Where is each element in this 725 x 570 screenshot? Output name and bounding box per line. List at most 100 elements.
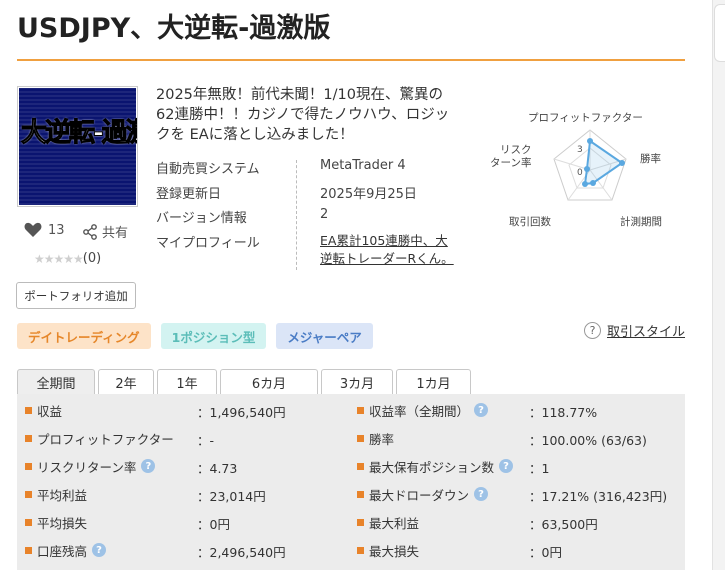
stats-panel: 収益 ：1,496,540円 プロフィットファクター ：- リスクリターン率? … [17,394,685,570]
tag-major-pair[interactable]: メジャーペア [276,323,373,349]
stat-value: ：1 [529,461,550,476]
tag-one-position[interactable]: 1ポジション型 [160,323,267,349]
scroll-edge [712,0,725,570]
heart-icon [24,222,42,237]
stat-label: 収益率（全期間） [369,403,470,419]
stat-value: ：118.77% [529,405,598,420]
bullet-icon [25,490,32,498]
bullet-icon [25,546,32,554]
tab-6m[interactable]: 6カ月 [220,369,318,394]
trading-style-label: 取引スタイル [607,325,686,340]
radar-point-win [619,160,625,166]
star-icon: ★★★★★ [34,251,84,266]
stat-row: リスクリターン率? [25,452,156,480]
bullet-icon [25,406,32,414]
question-icon: ? [584,322,601,339]
rating[interactable]: ★★★★★ (0) [34,251,101,266]
radar-label-risk: リスク ターン率 [490,144,532,169]
radar-area [583,139,624,186]
tab-all[interactable]: 全期間 [17,369,95,394]
radar-label-period: 計測期間 [620,216,662,228]
like-button[interactable]: 13 [24,222,65,238]
help-icon[interactable]: ? [474,403,489,417]
ea-description: 2025年無敗！前代未聞！1/10現在、驚異の62連勝中！！カジノで得たノウハウ… [156,87,450,143]
tab-3m[interactable]: 3カ月 [321,369,393,394]
stat-row: 口座残高? [25,536,107,564]
tag-list: デイトレーディング 1ポジション型 メジャーペア [17,323,373,349]
bullet-icon [25,518,32,526]
tab-1m[interactable]: 1カ月 [396,369,471,394]
help-icon[interactable]: ? [474,487,489,501]
ea-thumbnail: 大逆転-過激版 [17,86,138,207]
stat-row: 収益率（全期間）? [357,396,489,424]
stat-label: 最大保有ポジション数 [369,459,495,475]
stat-value: ：4.73 [197,461,238,476]
info-value: MetaTrader 4 [320,158,406,173]
stat-row: 最大損失 [357,536,419,564]
share-button[interactable]: 共有 [82,222,128,241]
info-label: 登録更新日 [156,187,222,202]
stat-row: 収益 [25,396,62,424]
stat-row: 勝率 [357,424,394,452]
radar-label-pf: プロフィットファクター [528,112,643,124]
bullet-icon [357,490,364,498]
radar-scale-min: 0 [577,168,583,178]
add-portfolio-button[interactable]: ポートフォリオ追加 [16,282,136,309]
info-row: マイプロフィール [156,232,260,252]
stat-value: ：- [197,433,215,448]
info-row: 登録更新日 2025年9月25日 [156,183,417,203]
stat-value: ：23,014円 [197,489,266,504]
rating-count: (0) [82,251,102,266]
trading-style-link[interactable]: ? 取引スタイル [584,321,685,340]
info-label: 自動売買システム [156,162,260,177]
radar-chart: 3 0 プロフィットファクター 勝率 計測期間 取引回数 リスク ターン率 [490,108,690,238]
bullet-icon [357,406,364,414]
stat-label: 平均損失 [37,515,88,531]
help-icon[interactable]: ? [92,543,107,557]
bullet-icon [25,434,32,442]
stat-row: 平均損失 [25,508,87,536]
stat-label: プロフィットファクター [37,431,174,447]
page-title: USDJPY、大逆転-過激版 [17,13,331,44]
bullet-icon [357,518,364,526]
stat-label: 口座残高 [37,543,88,559]
stat-label: 勝率 [369,431,395,447]
info-divider [296,160,297,270]
info-row: 自動売買システム MetaTrader 4 [156,158,406,178]
share-icon [83,223,97,240]
stat-row: 最大保有ポジション数? [357,452,514,480]
bullet-icon [357,434,364,442]
tab-1y[interactable]: 1年 [157,369,217,394]
title-divider [17,59,685,61]
radar-point-trades [582,181,588,187]
stat-label: 平均利益 [37,487,88,503]
stat-label: 最大損失 [369,543,420,559]
stat-label: リスクリターン率 [37,459,137,475]
help-icon[interactable]: ? [499,459,514,473]
stat-value: ：2,496,540円 [197,545,286,560]
period-tabs: 全期間 2年 1年 6カ月 3カ月 1カ月 [17,369,474,394]
side-panel-tab[interactable] [714,4,725,62]
radar-label-trades: 取引回数 [509,216,551,228]
info-label: バージョン情報 [156,211,247,226]
stat-row: 最大利益 [357,508,419,536]
stat-row: プロフィットファクター [25,424,174,452]
stat-value: ：100.00% (63/63) [529,433,647,448]
info-label: マイプロフィール [156,236,260,251]
help-icon[interactable]: ? [141,459,156,473]
stat-value: ：17.21% (316,423円) [529,489,668,504]
stat-label: 最大利益 [369,515,420,531]
bullet-icon [357,462,364,470]
radar-point-period [590,180,596,186]
stat-row: 平均利益 [25,480,87,508]
tag-daytrade[interactable]: デイトレーディング [17,323,151,349]
stat-value: ：63,500円 [529,517,598,532]
stat-row: 最大ドローダウン? [357,480,489,508]
stat-value: ：0円 [529,545,562,560]
stat-value: ：1,496,540円 [197,405,286,420]
like-count: 13 [48,222,65,238]
profile-link[interactable]: EA累計105連勝中、大逆転トレーダーRくん。 [320,232,460,268]
info-row: バージョン情報 2 [156,207,328,227]
tab-2y[interactable]: 2年 [98,369,154,394]
stat-label: 最大ドローダウン [369,487,470,503]
